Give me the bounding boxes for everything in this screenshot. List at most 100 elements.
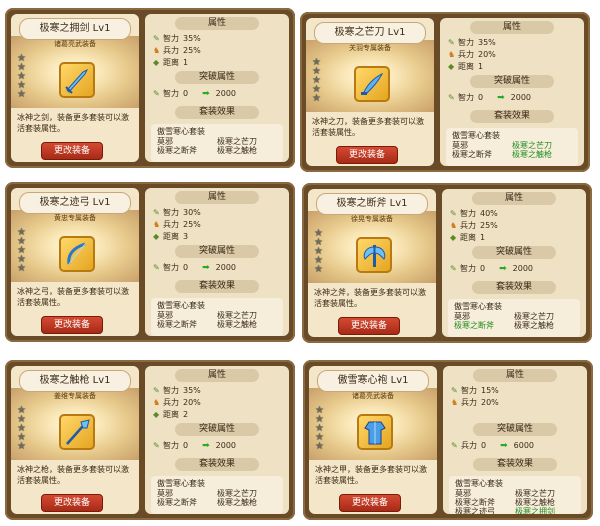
item-description: 冰神之枪，装备更多套装可以激活套装属性。 <box>17 465 129 485</box>
intelligence-icon: ✎ <box>153 34 160 43</box>
break-attributes-header: 突破属性 <box>175 245 259 258</box>
range-icon: ◆ <box>153 410 160 419</box>
break-attributes-header: 突破属性 <box>175 423 259 436</box>
equipment-card: 极寒之断斧 Lv1 徐晃专属装备 ★ ★ ★ ★ ★ 冰神之斧，装备更多套装可以激活套装属性。… <box>302 183 592 343</box>
stat-row: ◆ 距离 2 <box>153 409 188 420</box>
stats-panel: 属性 ✎ 智力 15% ♞ 兵力 20% 突破属性 ✎ 兵力 0 ➡ 6000 套装效果 傲雪寒心套装 莫邪极… <box>443 366 587 514</box>
troops-icon: ♞ <box>153 398 161 407</box>
range-icon: ◆ <box>153 58 160 67</box>
break-to-value: 6000 <box>513 441 534 450</box>
intelligence-icon: ✎ <box>450 264 457 273</box>
stat-value: 35% <box>478 38 496 47</box>
stat-row: ✎ 智力 35% <box>153 385 201 396</box>
set-item: 极寒之断斧 <box>157 146 197 155</box>
set-effect-box: 傲雪寒心套装 莫邪 极寒之芒刀 极寒之断斧 极寒之触枪 极寒之迹弓 极寒之拥剑 <box>449 476 581 514</box>
item-title: 极寒之触枪 Lv1 <box>19 370 131 392</box>
equipment-icon-frame <box>59 236 95 272</box>
intelligence-icon: ✎ <box>451 386 458 395</box>
break-row: ✎ 智力 0 ➡ 2000 <box>448 92 531 103</box>
stat-row: ♞ 兵力 25% <box>450 220 498 231</box>
item-quality: 诸葛亮武装备 <box>54 40 96 48</box>
stat-value: 20% <box>478 50 496 59</box>
troops-icon: ♞ <box>451 398 459 407</box>
break-to-value: 2000 <box>215 263 236 272</box>
item-panel: 极寒之芒刀 Lv1 关羽专属装备 ★ ★ ★ ★ ★ 冰神之刀，装备更多套装可以激活套装属性。… <box>306 18 434 166</box>
stat-label: 智力 <box>163 34 179 43</box>
break-row: ✎ 智力 0 ➡ 2000 <box>153 262 236 273</box>
intelligence-icon: ✎ <box>153 263 160 272</box>
set-name: 傲雪寒心套装 <box>454 302 502 311</box>
item-quality: 徐晃专属装备 <box>351 215 393 223</box>
change-equipment-button[interactable]: 更改装备 <box>336 146 398 164</box>
stat-label: 智力 <box>460 209 476 218</box>
break-stat-label: 智力 <box>163 263 179 272</box>
arrow-right-icon: ➡ <box>202 263 210 273</box>
set-item: 极寒之断斧 <box>454 321 494 330</box>
set-item: 极寒之触枪 <box>217 320 257 329</box>
stats-panel: 属性 ✎ 智力 35% ♞ 兵力 20% ◆ 距离 2 突破属性 ✎ 智力 0 ➡ 2000 套装效果 傲雪寒心套… <box>145 366 289 514</box>
item-description: 冰神之甲，装备更多套装可以激活套装属性。 <box>315 465 427 485</box>
stat-row: ♞ 兵力 25% <box>153 45 201 56</box>
set-name: 傲雪寒心套装 <box>157 301 205 310</box>
item-title: 傲雪寒心袍 Lv1 <box>317 370 429 392</box>
stat-label: 兵力 <box>460 221 476 230</box>
set-name: 傲雪寒心套装 <box>157 479 205 488</box>
break-from-value: 0 <box>481 441 487 450</box>
range-icon: ◆ <box>448 62 455 71</box>
change-equipment-button[interactable]: 更改装备 <box>41 494 103 512</box>
set-effect-header: 套装效果 <box>473 458 557 471</box>
item-quality: 黄忠专属装备 <box>54 214 96 222</box>
stat-value: 1 <box>480 233 486 242</box>
stat-label: 距离 <box>163 232 179 241</box>
stat-label: 智力 <box>163 386 179 395</box>
star-rating: ★ ★ ★ ★ ★ <box>315 406 327 452</box>
stats-panel: 属性 ✎ 智力 40% ♞ 兵力 25% ◆ 距离 1 突破属性 ✎ 智力 0 ➡ 2000 套装效果 傲雪寒心套… <box>442 189 586 337</box>
star-icon: ★ <box>17 441 26 452</box>
item-panel: 傲雪寒心袍 Lv1 诸葛亮武装备 ★ ★ ★ ★ ★ 冰神之甲，装备更多套装可以激活套装属性。… <box>309 366 437 514</box>
break-from-value: 0 <box>183 441 189 450</box>
stat-value: 35% <box>183 386 201 395</box>
change-equipment-button[interactable]: 更改装备 <box>338 317 400 335</box>
stat-row: ✎ 智力 15% <box>451 385 499 396</box>
set-item: 极寒之断斧 <box>157 320 197 329</box>
attributes-header: 属性 <box>470 21 554 34</box>
break-row: ✎ 兵力 0 ➡ 6000 <box>451 440 534 451</box>
set-item: 极寒之触枪 <box>512 150 552 159</box>
set-effect-box: 傲雪寒心套装 莫邪 极寒之芒刀 极寒之断斧 极寒之触枪 <box>151 124 283 162</box>
stat-value: 1 <box>183 58 189 67</box>
intelligence-icon: ✎ <box>451 441 458 450</box>
equipment-card: 极寒之拥剑 Lv1 诸葛亮武装备 ★ ★ ★ ★ ★ 冰神之剑，装备更多套装可以激活套装属性。… <box>5 8 295 168</box>
break-row: ✎ 智力 0 ➡ 2000 <box>450 263 533 274</box>
stat-label: 智力 <box>461 386 477 395</box>
change-equipment-button[interactable]: 更改装备 <box>41 316 103 334</box>
change-equipment-button[interactable]: 更改装备 <box>339 494 401 512</box>
set-effect-box: 傲雪寒心套装 莫邪 极寒之芒刀 极寒之断斧 极寒之触枪 <box>448 299 580 337</box>
set-item: 极寒之触枪 <box>514 321 554 330</box>
change-equipment-button[interactable]: 更改装备 <box>41 142 103 160</box>
stat-value: 20% <box>481 398 499 407</box>
item-panel: 极寒之断斧 Lv1 徐晃专属装备 ★ ★ ★ ★ ★ 冰神之斧，装备更多套装可以激活套装属性。… <box>308 189 436 337</box>
equipment-card: 傲雪寒心袍 Lv1 诸葛亮武装备 ★ ★ ★ ★ ★ 冰神之甲，装备更多套装可以激活套装属性。… <box>303 360 593 520</box>
stat-value: 25% <box>480 221 498 230</box>
break-stat-label: 智力 <box>458 93 474 102</box>
stat-label: 智力 <box>458 38 474 47</box>
stat-row: ✎ 智力 35% <box>153 33 201 44</box>
troops-icon: ♞ <box>153 46 161 55</box>
set-effect-box: 傲雪寒心套装 莫邪 极寒之芒刀 极寒之断斧 极寒之触枪 <box>151 476 283 514</box>
item-title: 极寒之迹弓 Lv1 <box>19 192 131 214</box>
range-icon: ◆ <box>153 232 160 241</box>
troops-icon: ♞ <box>153 220 161 229</box>
item-description: 冰神之剑，装备更多套装可以激活套装属性。 <box>17 113 129 133</box>
set-effect-header: 套装效果 <box>470 110 554 123</box>
attributes-header: 属性 <box>175 191 259 204</box>
equipment-icon-frame <box>59 62 95 98</box>
set-effect-header: 套装效果 <box>175 280 259 293</box>
intelligence-icon: ✎ <box>448 38 455 47</box>
set-item: 极寒之拥剑 <box>515 507 555 514</box>
stat-label: 兵力 <box>163 398 179 407</box>
break-stat-label: 智力 <box>460 264 476 273</box>
set-effect-header: 套装效果 <box>175 458 259 471</box>
break-from-value: 0 <box>183 263 189 272</box>
break-to-value: 2000 <box>215 89 236 98</box>
stats-panel: 属性 ✎ 智力 35% ♞ 兵力 20% ◆ 距离 1 突破属性 ✎ 智力 0 ➡ 2000 套装效果 傲雪寒心套… <box>440 18 584 166</box>
